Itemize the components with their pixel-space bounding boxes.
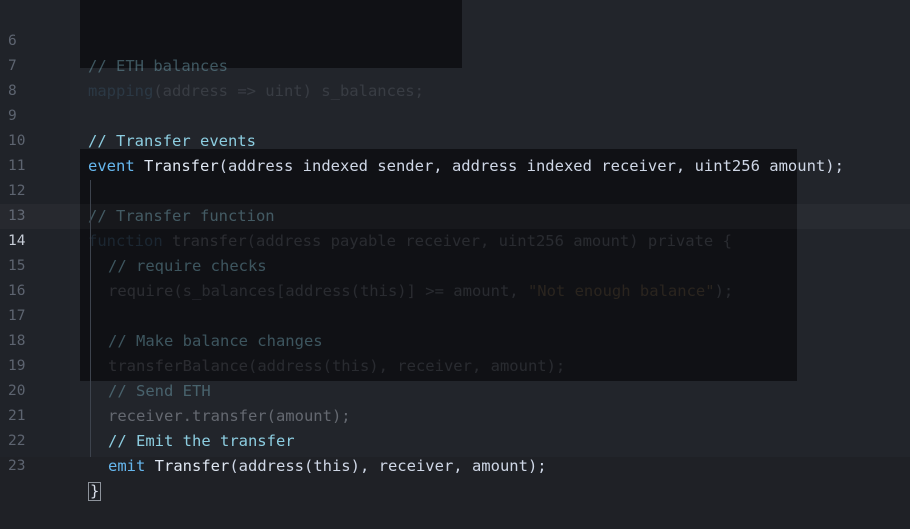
code-line-15[interactable]: 15 require(s_balances[address(this)] >= … xyxy=(0,229,910,300)
code-line-20[interactable]: 20 receiver.transfer(amount); xyxy=(0,354,910,425)
code-line-7[interactable]: 7 mapping(address => uint) s_balances; xyxy=(0,29,910,100)
identifier: Transfer xyxy=(154,457,230,475)
closing-brace: } xyxy=(88,482,102,501)
code-line-18[interactable]: 18 transferBalance(address(this), receiv… xyxy=(0,304,910,375)
code-line-10[interactable]: 10 event Transfer(address indexed sender… xyxy=(0,104,910,175)
line-number: 23 xyxy=(8,458,26,474)
code-editor[interactable]: 6 // ETH balances 7 mapping(address => u… xyxy=(0,0,910,501)
code-text: } xyxy=(88,479,102,504)
code-text: emit Transfer(address(this), receiver, a… xyxy=(108,454,547,479)
code-line-16[interactable]: 16 xyxy=(0,254,910,299)
code-line-19[interactable]: 19 // Send ETH xyxy=(0,329,910,400)
code-line-13[interactable]: 13 function transfer(address payable rec… xyxy=(0,179,910,250)
code-line-6[interactable]: 6 // ETH balances xyxy=(0,4,910,75)
code-line-9[interactable]: 9 // Transfer events xyxy=(0,79,910,150)
code-line-21[interactable]: 21 // Emit the transfer xyxy=(0,379,910,450)
code-line-11[interactable]: 11 xyxy=(0,129,910,174)
code-line-12[interactable]: 12 // Transfer function xyxy=(0,154,910,225)
code-line-22[interactable]: 22 emit Transfer(address(this), receiver… xyxy=(0,404,910,475)
keyword: emit xyxy=(108,457,146,475)
indent-guide xyxy=(90,180,91,457)
code-line-17[interactable]: 17 // Make balance changes xyxy=(0,279,910,350)
code-line-23[interactable]: 23 } xyxy=(0,429,910,501)
code-line-8[interactable]: 8 xyxy=(0,54,910,99)
code-fragment: (address(this), receiver, amount); xyxy=(229,457,547,475)
code-line-14[interactable]: 14 // require checks xyxy=(0,204,910,275)
